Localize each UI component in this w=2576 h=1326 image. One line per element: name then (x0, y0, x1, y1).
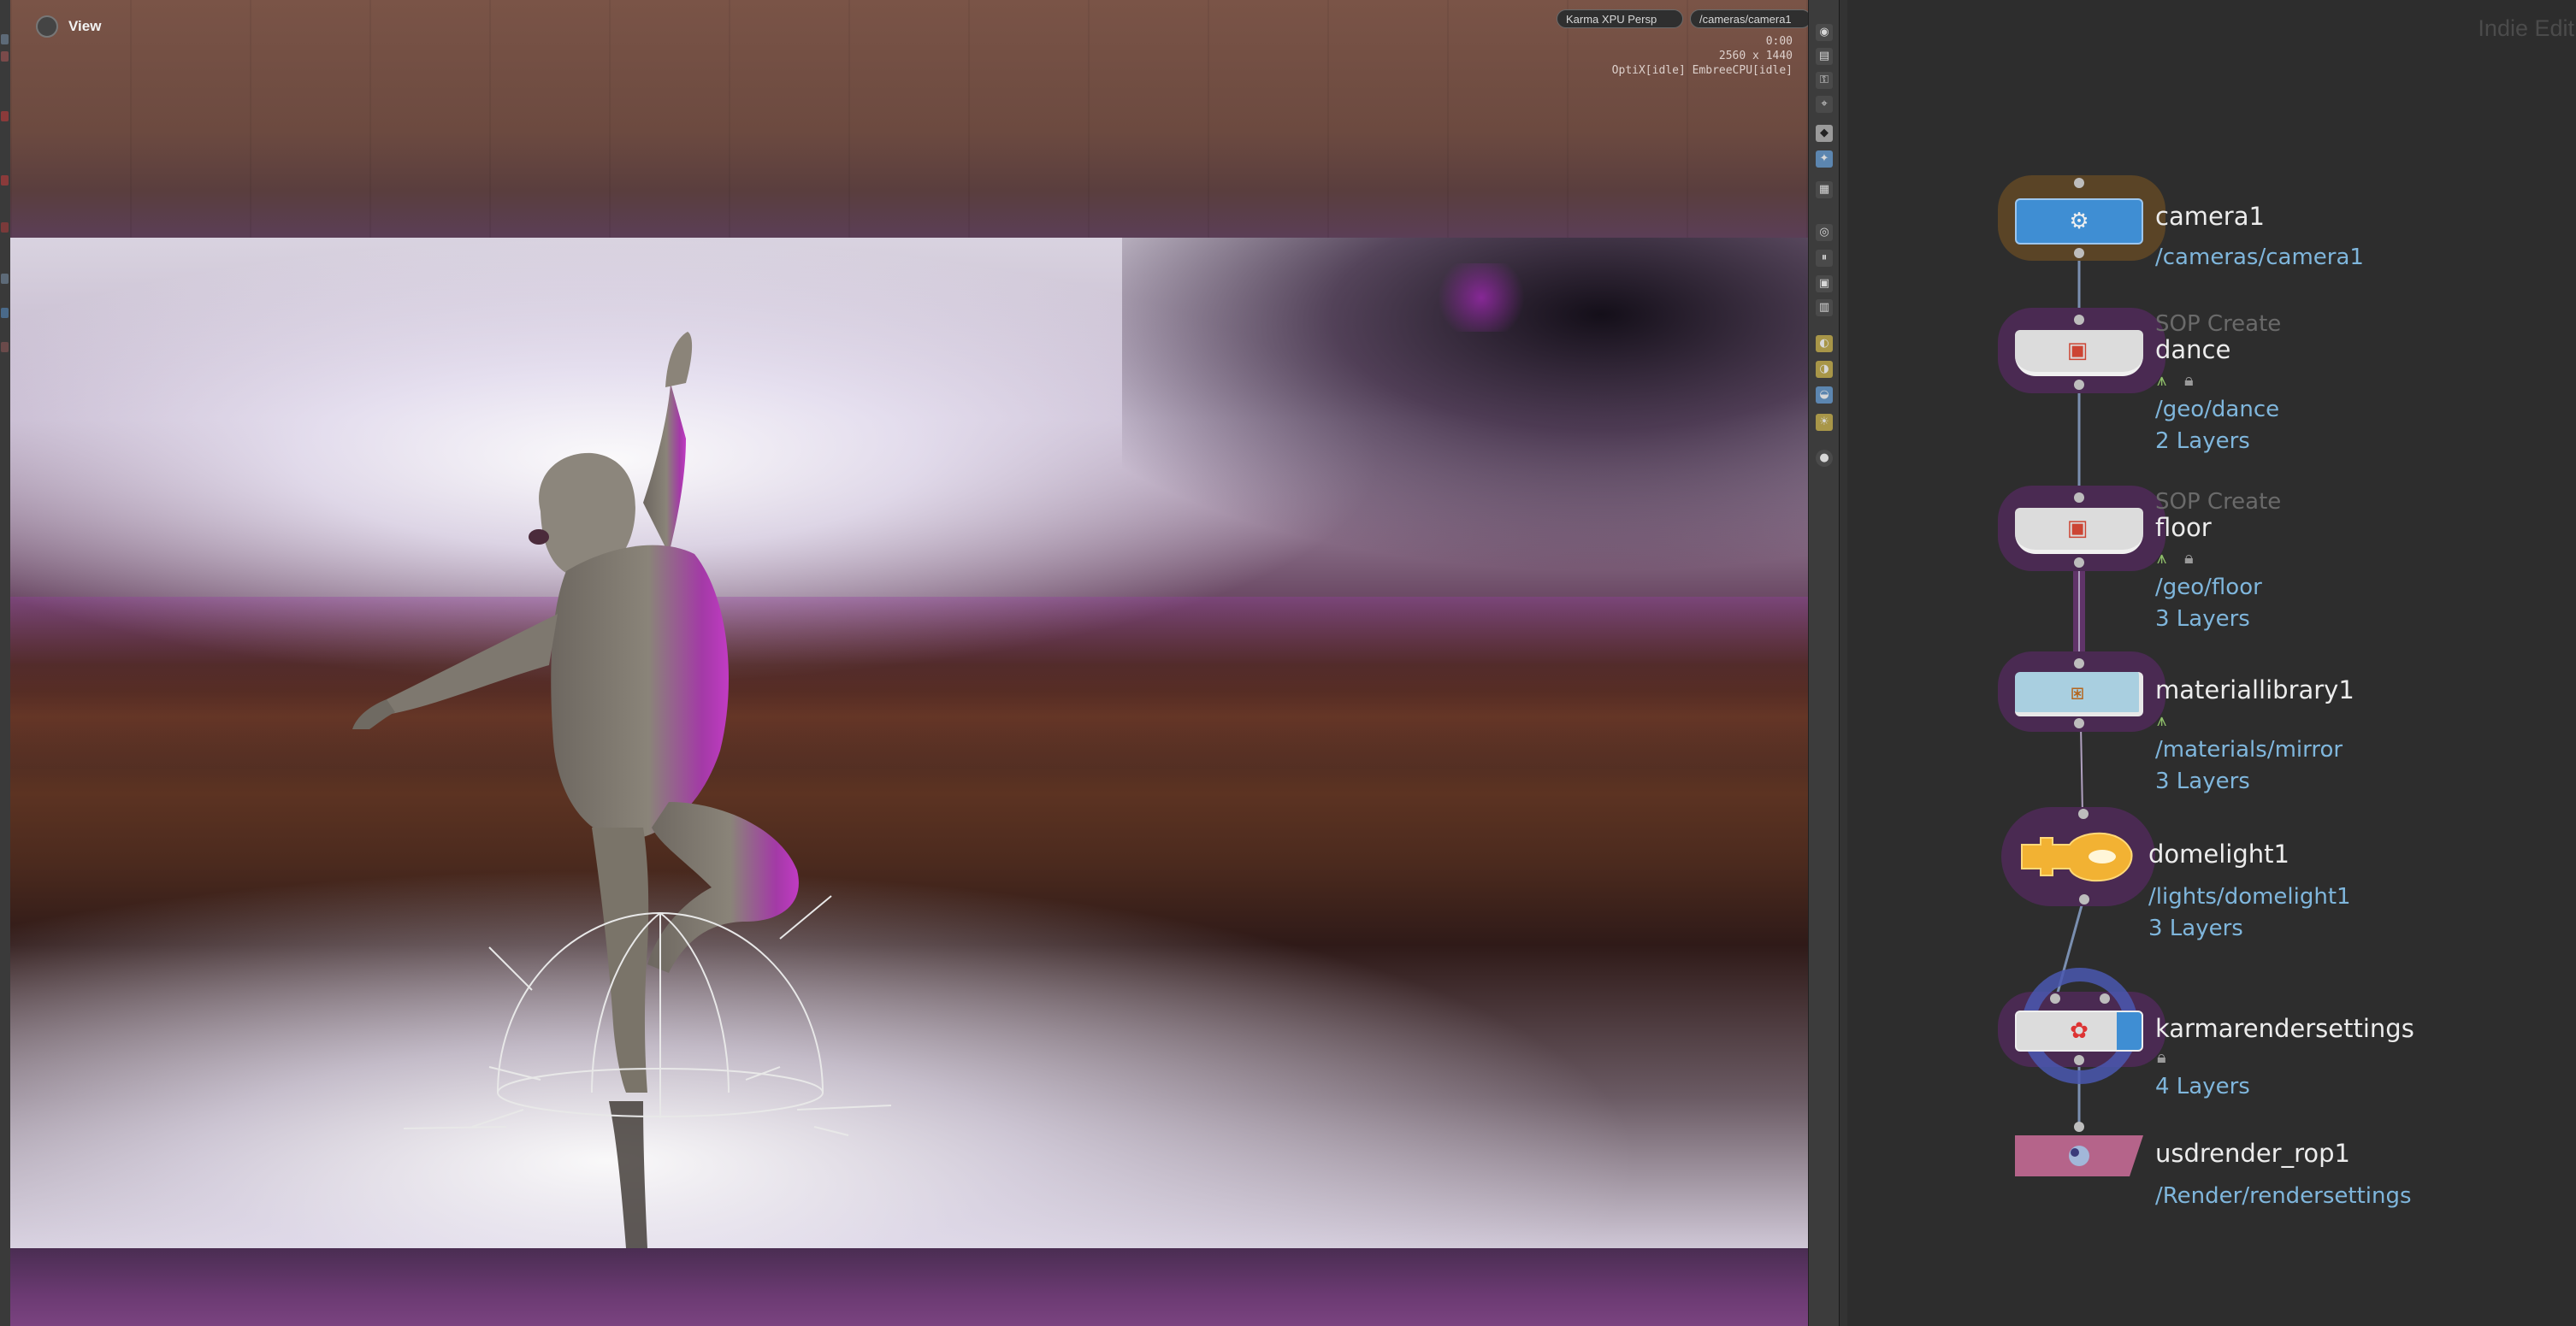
node-wires (2054, 253, 2085, 1127)
node-karmarendersettings[interactable]: ✿ (2015, 1011, 2143, 1052)
port-out-floor[interactable] (2074, 557, 2084, 568)
snapshot-icon[interactable]: ▥ (1816, 299, 1833, 316)
target-icon[interactable]: ◆ (1816, 125, 1833, 142)
dance-flag-icon: ⩚ (2157, 369, 2167, 390)
node-path-usdrender_rop1: /Render/rendersettings (2155, 1183, 2412, 1209)
port-out-domelight1[interactable] (2079, 894, 2089, 905)
port-in-camera1[interactable] (2074, 178, 2084, 188)
dancing-figure[interactable] (10, 238, 1808, 1248)
render-region[interactable] (10, 238, 1808, 1248)
camera-node-icon: ⚙ (2069, 209, 2089, 234)
node-dance[interactable]: ▣ (2015, 330, 2143, 376)
render-stats: 0:00 2560 x 1440 OptiX[idle] EmbreeCPU[i… (1612, 34, 1793, 78)
port-out-materiallibrary1[interactable] (2074, 718, 2084, 728)
node-layers-materiallibrary1: 3 Layers (2155, 769, 2250, 794)
node-path-camera1: /cameras/camera1 (2155, 245, 2364, 270)
karmarendersettings-lock-icon: 🔒︎ (2157, 1046, 2166, 1067)
renderer-menu[interactable]: Karma XPU Persp (1557, 9, 1683, 28)
node-layers-domelight1: 3 Layers (2148, 916, 2243, 941)
viewport-floor-margin (10, 1248, 1808, 1326)
render-settings-icon: ✿ (2070, 1018, 2089, 1044)
eye-icon[interactable]: ◉ (1816, 24, 1833, 41)
port-in-usdrender_rop1[interactable] (2074, 1122, 2084, 1132)
select-tool-icon[interactable] (1, 34, 9, 44)
port-in2-karmarendersettings[interactable] (2100, 993, 2110, 1004)
sop-create-icon: ▣ (2066, 516, 2089, 541)
port-out-dance[interactable] (2074, 380, 2084, 390)
port-in-floor[interactable] (2074, 492, 2084, 503)
node-materiallibrary1[interactable]: ⧆ (2015, 672, 2143, 716)
node-camera1[interactable]: ⚙ (2015, 198, 2143, 245)
lighting-icon[interactable]: ☀ (1816, 414, 1833, 431)
port-out-camera1[interactable] (2074, 248, 2084, 258)
render-time: 0:00 (1765, 35, 1793, 48)
port-in-dance[interactable] (2074, 315, 2084, 325)
handle-tool-icon[interactable] (1, 222, 9, 233)
viewport-header: View (36, 15, 101, 38)
node-layers-floor: 3 Layers (2155, 606, 2250, 632)
node-type-floor: SOP Create (2155, 489, 2282, 515)
node-layers-karmarendersettings: 4 Layers (2155, 1074, 2250, 1099)
node-name-dance: dance (2155, 335, 2231, 364)
floor-flag-icon: ⩚ (2157, 547, 2167, 568)
port-in-domelight1[interactable] (2078, 809, 2089, 819)
materiallibrary1-flag-icon: ⩚ (2157, 710, 2167, 730)
pause-render-icon[interactable]: ⏸ (1816, 250, 1833, 267)
scale-tool-icon[interactable] (1, 175, 9, 186)
node-name-karmarendersettings: karmarendersettings (2155, 1014, 2414, 1043)
node-type-dance: SOP Create (2155, 311, 2282, 337)
background-wall (10, 0, 1808, 239)
display-options-icon[interactable]: ▤ (1816, 48, 1833, 65)
node-floor[interactable]: ▣ (2015, 508, 2143, 554)
node-path-floor: /geo/floor (2155, 575, 2262, 600)
grid-icon[interactable]: ▦ (1816, 181, 1833, 198)
camera-menu[interactable]: /cameras/camera1 (1690, 9, 1808, 28)
light-icon[interactable]: ✦ (1816, 150, 1833, 168)
node-name-camera1: camera1 (2155, 202, 2265, 231)
figure-reflection (609, 1101, 647, 1248)
visibility-icon[interactable]: ◎ (1816, 224, 1833, 241)
lock-camera-icon[interactable]: ⚿ (1816, 72, 1833, 89)
scene-viewport[interactable]: View Karma XPU Persp /cameras/camera1 0:… (10, 0, 1808, 1326)
pose-tool-icon[interactable] (1, 274, 9, 284)
render-device-status: OptiX[idle] EmbreeCPU[idle] (1611, 64, 1793, 77)
figure-body (352, 332, 799, 1093)
material-library-icon: ⧆ (2070, 680, 2085, 705)
render-resolution: 2560 x 1440 (1718, 50, 1793, 62)
port-out-karmarendersettings[interactable] (2074, 1055, 2084, 1065)
view-tool-icon[interactable] (1, 308, 9, 318)
node-name-floor: floor (2155, 513, 2212, 542)
wireframe-icon[interactable]: ◒ (1816, 386, 1833, 404)
render-region-icon[interactable]: ▣ (1816, 275, 1833, 292)
node-layers-dance: 2 Layers (2155, 428, 2250, 454)
viewport-title: View (68, 18, 102, 34)
node-name-usdrender_rop1: usdrender_rop1 (2155, 1139, 2350, 1168)
pin-icon[interactable]: ⌖ (1816, 96, 1833, 113)
port-in-materiallibrary1[interactable] (2074, 658, 2084, 669)
node-path-materiallibrary1: /materials/mirror (2155, 737, 2343, 763)
dance-lock-icon: 🔒︎ (2184, 369, 2194, 390)
floor-lock-icon: 🔒︎ (2184, 547, 2194, 568)
port-in1-karmarendersettings[interactable] (2050, 993, 2060, 1004)
view-icon[interactable] (36, 15, 58, 38)
dome-light-icon[interactable] (2018, 826, 2135, 886)
shading-icon[interactable]: ◑ (1816, 361, 1833, 378)
record-icon[interactable]: ● (1816, 450, 1833, 467)
sop-create-icon: ▣ (2066, 338, 2089, 363)
node-usdrender_rop1[interactable] (2015, 1135, 2143, 1176)
node-path-domelight1: /lights/domelight1 (2148, 884, 2351, 910)
rotate-tool-icon[interactable] (1, 111, 9, 121)
node-name-domelight1: domelight1 (2148, 840, 2289, 869)
ghost-icon[interactable]: ◐ (1816, 335, 1833, 352)
move-tool-icon[interactable] (1, 51, 9, 62)
node-name-materiallibrary1: materiallibrary1 (2155, 675, 2354, 704)
snap-tool-icon[interactable] (1, 342, 9, 352)
viewer-toolbar: ◉ ▤ ⚿ ⌖ ◆ ✦ ▦ ◎ ⏸ ▣ ▥ ◐ ◑ ◒ ☀ ● (1808, 0, 1840, 1326)
node-path-dance: /geo/dance (2155, 397, 2280, 422)
network-editor[interactable]: Indie Edit ⚙ camera1 /cameras/camera1 ▣ … (1847, 0, 2576, 1326)
